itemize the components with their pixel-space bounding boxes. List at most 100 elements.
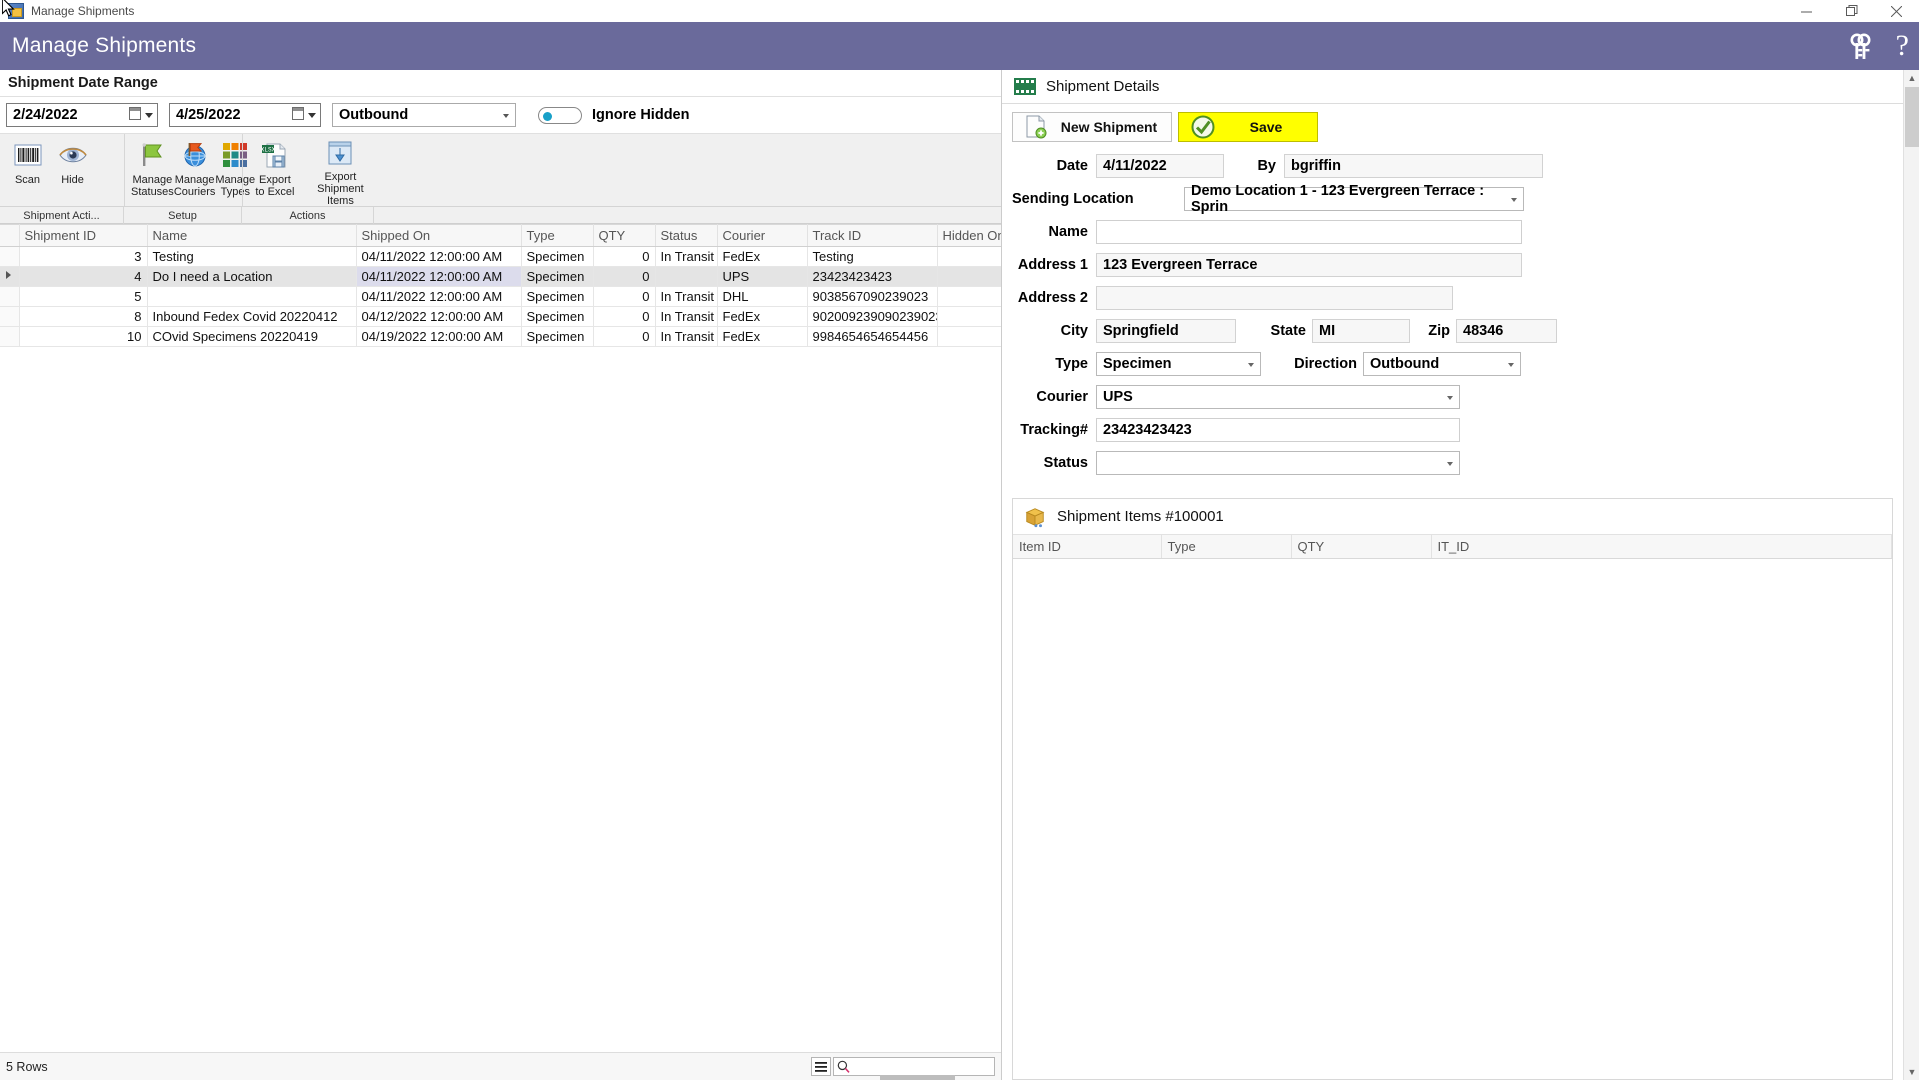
window-title: Manage Shipments [31, 4, 135, 18]
state-input[interactable]: MI [1312, 319, 1410, 343]
address2-row: Address 2 [1012, 286, 1885, 310]
calendar-icon[interactable] [292, 107, 304, 120]
column-header-track-id[interactable]: Track ID [807, 224, 938, 247]
mouse-cursor-icon [2, 0, 15, 17]
row-selector[interactable] [0, 246, 20, 267]
close-icon[interactable] [1874, 0, 1919, 22]
scan-button[interactable]: Scan [8, 134, 47, 206]
shipments-grid[interactable]: Shipment ID Name Shipped On Type QTY Sta… [0, 224, 1001, 1052]
status-select[interactable] [1096, 451, 1460, 475]
table-row[interactable]: 3 Testing 04/11/2022 12:00:00 AM Specime… [0, 246, 1001, 267]
row-selector[interactable] [0, 266, 20, 287]
tracking-row: Tracking# 23423423423 [1012, 418, 1885, 442]
cell-courier: FedEx [717, 326, 808, 347]
row-selector[interactable] [0, 306, 20, 327]
cell-name: Testing [147, 246, 357, 267]
cell-shipment-id: 4 [19, 266, 148, 287]
column-header-status[interactable]: Status [655, 224, 718, 247]
hide-button[interactable]: Hide [53, 134, 92, 206]
tracking-input[interactable]: 23423423423 [1096, 418, 1460, 442]
cell-shipment-id: 8 [19, 306, 148, 327]
green-dashes-icon [1014, 78, 1036, 95]
zip-input[interactable]: 48346 [1456, 319, 1557, 343]
table-row[interactable]: 4 Do I need a Location 04/11/2022 12:00:… [0, 266, 1001, 287]
by-input[interactable]: bgriffin [1284, 154, 1543, 178]
row-selector[interactable] [0, 286, 20, 307]
export-to-excel-button[interactable]: XLSX Export to Excel [249, 134, 301, 206]
ignore-hidden-toggle[interactable] [538, 106, 582, 124]
chevron-down-icon[interactable] [308, 113, 316, 118]
direction-filter-select[interactable]: Outbound [332, 103, 516, 127]
keys-icon[interactable] [1848, 31, 1874, 61]
chevron-down-icon [1447, 396, 1453, 400]
items-column-header-type[interactable]: Type [1161, 535, 1292, 559]
table-row[interactable]: 10 COvid Specimens 20220419 04/19/2022 1… [0, 326, 1001, 347]
chevron-down-icon[interactable] [503, 114, 509, 118]
name-input[interactable] [1096, 220, 1522, 244]
ignore-hidden-label: Ignore Hidden [592, 107, 690, 123]
items-column-header-it-id[interactable]: IT_ID [1431, 535, 1892, 559]
cell-status: In Transit [655, 306, 718, 327]
cell-qty: 0 [593, 266, 656, 287]
cell-qty: 0 [593, 326, 656, 347]
calendar-icon[interactable] [129, 107, 141, 120]
manage-statuses-button[interactable]: Manage Statuses [131, 134, 174, 206]
shipments-table: Shipment ID Name Shipped On Type QTY Sta… [0, 224, 1001, 347]
horizontal-scrollbar[interactable] [880, 1075, 955, 1080]
details-vertical-scrollbar[interactable]: ▲ ▼ [1903, 70, 1919, 1080]
tracking-label: Tracking# [1020, 422, 1088, 438]
scrollbar-thumb[interactable] [1905, 87, 1919, 147]
column-header-shipped-on[interactable]: Shipped On [356, 224, 522, 247]
start-date-value: 2/24/2022 [13, 107, 78, 123]
direction-select[interactable]: Outbound [1363, 352, 1521, 376]
table-header-row: Shipment ID Name Shipped On Type QTY Sta… [0, 224, 1001, 247]
items-column-header-item-id[interactable]: Item ID [1013, 535, 1162, 559]
maximize-icon[interactable] [1829, 0, 1874, 22]
table-row[interactable]: 5 04/11/2022 12:00:00 AM Specimen 0 In T… [0, 286, 1001, 307]
column-header-hidden-on[interactable]: Hidden On [937, 224, 1001, 247]
new-shipment-button[interactable]: New Shipment [1012, 112, 1172, 142]
save-button[interactable]: Save [1178, 112, 1318, 142]
scroll-down-icon[interactable]: ▼ [1904, 1064, 1919, 1080]
cell-status: In Transit [655, 286, 718, 307]
courier-select[interactable]: UPS [1096, 385, 1460, 409]
end-date-input[interactable]: 4/25/2022 [169, 103, 321, 127]
cell-shipment-id: 5 [19, 286, 148, 307]
barcode-icon [14, 140, 42, 170]
window-controls [1784, 0, 1919, 22]
column-header-name[interactable]: Name [147, 224, 357, 247]
chevron-down-icon [1511, 198, 1517, 202]
sending-location-label: Sending Location [1012, 191, 1134, 207]
row-selector[interactable] [0, 326, 20, 347]
cell-track-id: 9038567090239023 [807, 286, 938, 307]
manage-couriers-label-line1: Manage [174, 174, 215, 186]
export-shipment-items-button[interactable]: Export Shipment Items [307, 134, 374, 207]
ribbon-toolbar: Scan Hide Manage Statuses Manage Courier… [0, 134, 1001, 207]
table-row[interactable]: 8 Inbound Fedex Covid 20220412 04/12/202… [0, 306, 1001, 327]
save-button-label: Save [1249, 119, 1283, 135]
column-header-shipment-id[interactable]: Shipment ID [19, 224, 148, 247]
cell-type: Specimen [521, 306, 594, 327]
shipments-list-pane: Shipment Date Range 2/24/2022 4/25/2022 … [0, 70, 1002, 1080]
help-icon[interactable]: ? [1896, 31, 1909, 61]
manage-couriers-button[interactable]: Manage Couriers [174, 134, 215, 206]
minimize-icon[interactable] [1784, 0, 1829, 22]
chevron-down-icon[interactable] [145, 113, 153, 118]
column-header-courier[interactable]: Courier [717, 224, 808, 247]
cell-courier: FedEx [717, 306, 808, 327]
hamburger-icon[interactable] [811, 1057, 831, 1076]
column-header-type[interactable]: Type [521, 224, 594, 247]
type-select[interactable]: Specimen [1096, 352, 1261, 376]
scroll-up-icon[interactable]: ▲ [1904, 70, 1919, 86]
sending-location-select[interactable]: Demo Location 1 - 123 Evergreen Terrace … [1184, 183, 1524, 215]
address1-input[interactable]: 123 Evergreen Terrace [1096, 253, 1522, 277]
start-date-input[interactable]: 2/24/2022 [6, 103, 158, 127]
ribbon-group-labels: Shipment Acti... Setup Actions [0, 207, 1001, 224]
address2-input[interactable] [1096, 286, 1453, 310]
grid-search-input[interactable] [833, 1057, 995, 1076]
items-column-header-qty[interactable]: QTY [1291, 535, 1432, 559]
scan-button-label: Scan [14, 174, 41, 186]
city-input[interactable]: Springfield [1096, 319, 1236, 343]
date-input[interactable]: 4/11/2022 [1096, 154, 1224, 178]
column-header-qty[interactable]: QTY [593, 224, 656, 247]
